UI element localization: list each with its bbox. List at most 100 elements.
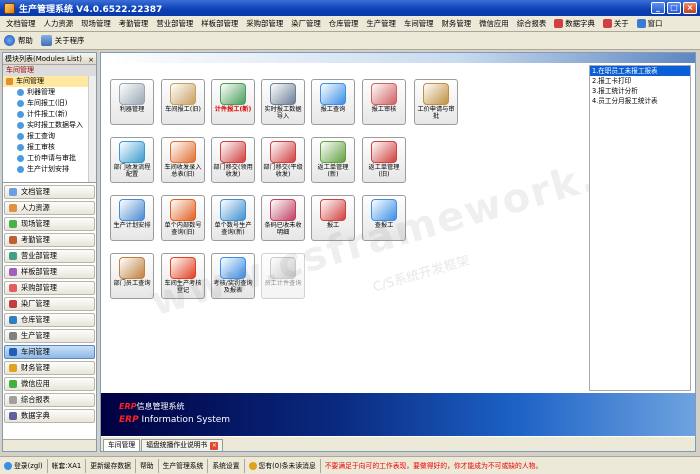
help-button[interactable]: 帮助 — [4, 35, 33, 46]
tab-1[interactable]: 辐盘统播作业说明书 × — [141, 439, 224, 451]
menu-item-3[interactable]: 考勤管理 — [115, 17, 153, 31]
status-messages[interactable]: 您有(0)条未读消息 — [245, 458, 321, 473]
tile-10[interactable]: 部门移交(平级收发) — [261, 137, 305, 183]
menu-item-13[interactable]: 综合报表 — [513, 17, 551, 31]
system-settings-button[interactable]: 系统设置 — [208, 458, 245, 473]
tab-close-icon[interactable]: × — [210, 441, 219, 450]
tree-item[interactable]: 工价申请与审批 — [3, 153, 96, 164]
tile-0[interactable]: 利器管理 — [110, 79, 154, 125]
tile-8[interactable]: 车间收发录入总表(旧) — [161, 137, 205, 183]
menu-item-6[interactable]: 采购部管理 — [242, 17, 287, 31]
module-button-14[interactable]: 数据字典 — [4, 409, 95, 423]
menu-item-0[interactable]: 文档管理 — [2, 17, 40, 31]
menu-item-11[interactable]: 财务管理 — [438, 17, 476, 31]
shield-heart-icon — [170, 257, 196, 279]
tree-scrollbar[interactable] — [88, 76, 96, 182]
menu-item-8[interactable]: 仓库管理 — [325, 17, 363, 31]
tile-15[interactable]: 单个数号生产查询(新) — [211, 195, 255, 241]
minimize-button[interactable]: _ — [651, 2, 665, 14]
report-link[interactable]: 3.报工统计分析 — [590, 86, 690, 96]
tile-20[interactable]: 车间生产考核登记 — [161, 253, 205, 299]
tile-21[interactable]: 考核/奖罚查询及报表 — [211, 253, 255, 299]
menu-icon — [602, 19, 612, 28]
module-button-8[interactable]: 仓库管理 — [4, 313, 95, 327]
menu-item-9[interactable]: 生产管理 — [362, 17, 400, 31]
toolbar: 帮助 关于程序 — [0, 32, 700, 50]
menu-item-5[interactable]: 样板部管理 — [197, 17, 242, 31]
tile-3[interactable]: 实时报工数据导入 — [261, 79, 305, 125]
module-button-2[interactable]: 现场管理 — [4, 217, 95, 231]
module-icon — [9, 284, 17, 292]
menu-item-2[interactable]: 现场管理 — [77, 17, 115, 31]
tile-17[interactable]: 报工 — [311, 195, 355, 241]
report-link[interactable]: 1.在职员工未报工报表 — [590, 66, 690, 76]
tree-item[interactable]: 实时报工数据导入 — [3, 120, 96, 131]
house-network-icon — [170, 141, 196, 163]
tile-14[interactable]: 单个内部数号查询(旧) — [161, 195, 205, 241]
module-button-10[interactable]: 车间管理 — [4, 345, 95, 359]
module-button-3[interactable]: 考勤管理 — [4, 233, 95, 247]
tile-12[interactable]: 返工单管理(旧) — [362, 137, 406, 183]
menu-item-10[interactable]: 车间管理 — [400, 17, 438, 31]
tree-root[interactable]: 车间管理 — [3, 76, 96, 87]
status-login[interactable]: 登录(zgl) — [0, 458, 48, 473]
tree-item[interactable]: 利器管理 — [3, 87, 96, 98]
tile-11[interactable]: 返工单管理(新) — [311, 137, 355, 183]
tile-1[interactable]: 车间报工(旧) — [161, 79, 205, 125]
maximize-button[interactable]: □ — [667, 2, 681, 14]
tile-19[interactable]: 部门员工查询 — [110, 253, 154, 299]
module-icon — [9, 364, 17, 372]
module-button-13[interactable]: 综合报表 — [4, 393, 95, 407]
workspace-header-strip — [101, 53, 695, 63]
update-cache-button[interactable]: 更新缓存数据 — [86, 458, 136, 473]
tree-item[interactable]: 车间报工(旧) — [3, 98, 96, 109]
module-button-6[interactable]: 采购部管理 — [4, 281, 95, 295]
menu-item-12[interactable]: 微信应用 — [475, 17, 513, 31]
module-button-4[interactable]: 营业部管理 — [4, 249, 95, 263]
tile-18[interactable]: 查报工 — [362, 195, 406, 241]
menu-item-15[interactable]: 关于 — [599, 17, 633, 31]
menu-item-7[interactable]: 染厂管理 — [287, 17, 325, 31]
tile-6[interactable]: 工价申请与审批 — [414, 79, 458, 125]
module-icon — [9, 188, 17, 196]
module-icon — [9, 412, 17, 420]
module-button-9[interactable]: 生产管理 — [4, 329, 95, 343]
menu-item-4[interactable]: 营业部管理 — [152, 17, 197, 31]
module-button-12[interactable]: 微信应用 — [4, 377, 95, 391]
tile-13[interactable]: 生产计划安排 — [110, 195, 154, 241]
module-button-11[interactable]: 财务管理 — [4, 361, 95, 375]
module-icon — [9, 220, 17, 228]
tile-16[interactable]: 条码已收未收明细 — [261, 195, 305, 241]
magnifier-icon — [220, 257, 246, 279]
tree-item[interactable]: 生产计划安排 — [3, 164, 96, 175]
module-icon — [9, 300, 17, 308]
window-title: 生产管理系统 V4.0.6522.22387 — [19, 4, 163, 15]
report-link[interactable]: 2.报工卡打印 — [590, 76, 690, 86]
module-button-5[interactable]: 样板部管理 — [4, 265, 95, 279]
report-link[interactable]: 4.员工分月报工统计表 — [590, 96, 690, 106]
menu-item-1[interactable]: 人力资源 — [40, 17, 78, 31]
title-bar: 生产管理系统 V4.0.6522.22387 _ □ × — [0, 0, 700, 16]
tile-2[interactable]: 计件报工(新) — [211, 79, 255, 125]
tile-7[interactable]: 部门收发流程配置 — [110, 137, 154, 183]
tree-item[interactable]: 计件报工(新) — [3, 109, 96, 120]
app-logo-icon — [4, 2, 15, 14]
module-button-1[interactable]: 人力资源 — [4, 201, 95, 215]
tile-9[interactable]: 部门移交(领用收发) — [211, 137, 255, 183]
tile-4[interactable]: 报工查询 — [311, 79, 355, 125]
status-help-button[interactable]: 帮助 — [136, 458, 159, 473]
close-button[interactable]: × — [683, 2, 697, 14]
database-import-icon — [270, 83, 296, 105]
tile-22[interactable]: 员工计件查询 — [261, 253, 305, 299]
menu-item-16[interactable]: 窗口 — [633, 17, 667, 31]
node-icon — [17, 133, 24, 140]
tree-item[interactable]: 报工审核 — [3, 142, 96, 153]
module-button-7[interactable]: 染厂管理 — [4, 297, 95, 311]
tab-0[interactable]: 车间管理 — [103, 439, 141, 451]
about-button[interactable]: 关于程序 — [40, 35, 84, 46]
module-button-0[interactable]: 文档管理 — [4, 185, 95, 199]
tree-item[interactable]: 报工查询 — [3, 131, 96, 142]
person-approve-icon — [423, 83, 449, 105]
menu-item-14[interactable]: 数据字典 — [550, 17, 599, 31]
tile-5[interactable]: 报工审核 — [362, 79, 406, 125]
